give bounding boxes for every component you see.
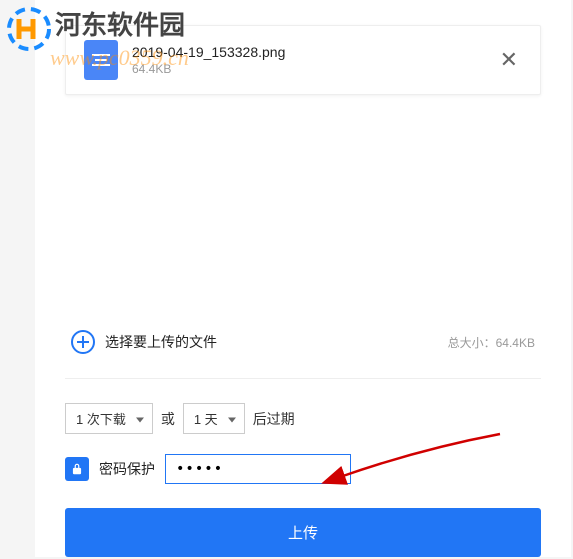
- downloads-select[interactable]: 1 次下载: [65, 403, 153, 434]
- lock-icon[interactable]: [65, 457, 89, 481]
- total-size: 总大小：64.4KB: [448, 334, 535, 351]
- password-row: 密码保护: [65, 454, 541, 484]
- drop-area[interactable]: [65, 95, 541, 330]
- remove-file-button[interactable]: ✕: [496, 45, 522, 75]
- password-label: 密码保护: [99, 459, 155, 479]
- expire-row: 1 次下载 或 1 天 后过期: [65, 403, 541, 434]
- add-files-label[interactable]: 选择要上传的文件: [105, 332, 217, 352]
- watermark-logo: [5, 5, 53, 53]
- days-select[interactable]: 1 天: [183, 403, 245, 434]
- password-input[interactable]: [165, 454, 351, 484]
- select-row: 选择要上传的文件 总大小：64.4KB: [65, 330, 541, 354]
- or-text: 或: [161, 409, 175, 429]
- upload-panel: 2019-04-19_153328.png 64.4KB ✕ 选择要上传的文件 …: [35, 0, 571, 557]
- add-files-group: 选择要上传的文件: [71, 330, 217, 354]
- watermark-title: 河东软件园: [55, 5, 185, 42]
- after-expire-text: 后过期: [253, 409, 295, 429]
- add-files-icon[interactable]: [71, 330, 95, 354]
- divider: [65, 378, 541, 379]
- total-size-value: 64.4KB: [496, 336, 535, 350]
- total-size-label: 总大小：: [448, 336, 496, 350]
- watermark-url: www.pc0359.cn: [50, 45, 189, 71]
- upload-button[interactable]: 上传: [65, 508, 541, 557]
